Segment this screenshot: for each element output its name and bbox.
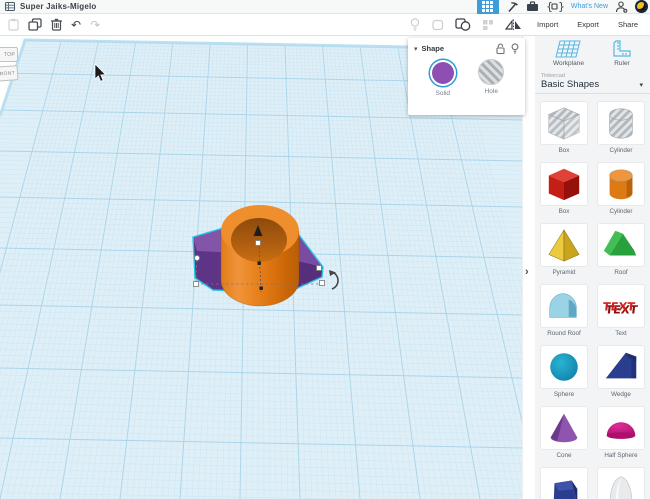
viewcube-top[interactable]: TOP bbox=[0, 47, 18, 62]
shapes-sidebar: Workplane Ruler Tinkercad Basic Shapes ▾… bbox=[535, 36, 650, 499]
blocks-view-button[interactable] bbox=[476, 0, 499, 14]
node-mid bbox=[257, 261, 261, 265]
shape-grid: Box Cylinder Box Cylinder Pyramid Roof R… bbox=[535, 94, 650, 499]
shape-label: Roof bbox=[614, 269, 628, 276]
shape-card-cylinder-hole[interactable]: Cylinder bbox=[597, 101, 645, 155]
shape-label: Cylinder bbox=[609, 147, 633, 154]
shape-label: Pyramid bbox=[552, 269, 576, 276]
share-button[interactable]: Share bbox=[614, 18, 642, 31]
shape-card-cylinder[interactable]: Cylinder bbox=[597, 162, 645, 216]
shape-thumbnail[interactable] bbox=[540, 345, 588, 389]
shape-card-half-sphere[interactable]: Half Sphere bbox=[597, 406, 645, 460]
shape-card-paraboloid[interactable] bbox=[597, 467, 645, 499]
shape-card-cone[interactable]: Cone bbox=[540, 406, 588, 460]
library-name: Basic Shapes bbox=[541, 79, 600, 90]
tube-inner-wall bbox=[231, 218, 287, 262]
mirror-icon[interactable] bbox=[505, 18, 522, 31]
lightbulb-icon[interactable] bbox=[511, 43, 519, 54]
shape-label: Text bbox=[615, 330, 627, 337]
show-all-lightbulb-icon[interactable] bbox=[410, 18, 420, 31]
delete-icon[interactable] bbox=[51, 18, 62, 31]
ruler-tool[interactable]: Ruler bbox=[612, 40, 632, 67]
shape-thumbnail[interactable] bbox=[540, 467, 588, 499]
collapse-panel-chevron[interactable]: › bbox=[525, 266, 529, 278]
shape-card-round-roof[interactable]: Round Roof bbox=[540, 284, 588, 338]
hole-swatch[interactable] bbox=[478, 59, 505, 85]
shape-thumbnail[interactable] bbox=[540, 406, 588, 450]
shape-label: Half Sphere bbox=[604, 452, 638, 459]
ungroup-icon[interactable] bbox=[482, 19, 494, 31]
duplicate-icon[interactable] bbox=[28, 18, 42, 31]
scale-handle-corner-left bbox=[193, 281, 199, 287]
shape-card-pyramid[interactable]: Pyramid bbox=[540, 223, 588, 277]
tinkercad-app: Super Jaiks-Migelo {} What's New bbox=[0, 0, 650, 499]
shape-thumbnail[interactable] bbox=[540, 284, 588, 328]
title-bar: Super Jaiks-Migelo {} What's New bbox=[0, 0, 650, 14]
shape-thumbnail[interactable] bbox=[597, 101, 645, 145]
design-title: Super Jaiks-Migelo bbox=[20, 2, 97, 11]
home-grid-icon[interactable] bbox=[5, 2, 15, 11]
shape-thumbnail[interactable] bbox=[540, 162, 588, 206]
shape-panel-caret[interactable]: ▾ bbox=[414, 45, 418, 53]
shape-label: Sphere bbox=[553, 391, 575, 398]
export-button[interactable]: Export bbox=[573, 18, 603, 31]
shape-outline-icon[interactable] bbox=[431, 19, 444, 31]
viewcube-front[interactable]: FRONT bbox=[0, 65, 19, 82]
pickaxe-icon[interactable] bbox=[506, 1, 519, 13]
import-button[interactable]: Import bbox=[533, 18, 562, 31]
shape-thumbnail[interactable] bbox=[597, 223, 645, 267]
ruler-icon bbox=[612, 40, 632, 58]
codeblocks-icon[interactable]: {} bbox=[546, 1, 564, 12]
shape-thumbnail[interactable] bbox=[540, 223, 588, 267]
solid-swatch[interactable] bbox=[431, 62, 454, 84]
shape-library-selector[interactable]: Tinkercad Basic Shapes ▾ bbox=[535, 69, 650, 94]
scale-handle-right-mid bbox=[316, 265, 322, 271]
solid-option[interactable]: Solid bbox=[429, 59, 457, 97]
shape-label: Cylinder bbox=[609, 208, 633, 215]
shape-card-text[interactable]: TEXT TEXT Text bbox=[597, 284, 645, 338]
shape-thumbnail[interactable] bbox=[540, 101, 588, 145]
shape-thumbnail[interactable] bbox=[597, 467, 645, 499]
shape-thumbnail[interactable] bbox=[597, 162, 645, 206]
undo-icon[interactable]: ↶ bbox=[71, 19, 81, 31]
edit-toolbar: ↶ ↷ Import Export Share bbox=[0, 14, 650, 36]
user-avatar[interactable] bbox=[635, 0, 648, 13]
toolbox-icon[interactable] bbox=[526, 1, 539, 12]
lock-open-icon[interactable] bbox=[496, 43, 505, 54]
shape-label: Wedge bbox=[611, 391, 631, 398]
shape-card-box-hole[interactable]: Box bbox=[540, 101, 588, 155]
shape-card-polygon[interactable] bbox=[540, 467, 588, 499]
shape-card-wedge[interactable]: Wedge bbox=[597, 345, 645, 399]
shape-label: Round Roof bbox=[547, 330, 581, 337]
shape-label: Cone bbox=[556, 452, 572, 459]
svg-text:TEXT: TEXT bbox=[602, 300, 636, 314]
library-dropdown-caret[interactable]: ▾ bbox=[639, 81, 643, 89]
group-icon[interactable] bbox=[455, 18, 471, 31]
node-bottom bbox=[259, 286, 263, 290]
shape-card-roof[interactable]: Roof bbox=[597, 223, 645, 277]
shape-label: Box bbox=[558, 208, 570, 215]
whats-new-link[interactable]: What's New bbox=[571, 3, 608, 10]
shape-card-box[interactable]: Box bbox=[540, 162, 588, 216]
shape-thumbnail[interactable] bbox=[597, 345, 645, 389]
svg-text:}: } bbox=[558, 1, 564, 12]
paste-icon[interactable] bbox=[8, 18, 19, 31]
workplane-icon bbox=[555, 40, 582, 58]
shape-inspector-panel: ▾ Shape Solid Hole bbox=[408, 38, 525, 115]
hole-option[interactable]: Hole bbox=[478, 59, 505, 97]
workplane-tool[interactable]: Workplane bbox=[553, 40, 584, 67]
shape-thumbnail[interactable]: TEXT TEXT bbox=[597, 284, 645, 328]
invite-person-icon[interactable] bbox=[615, 0, 628, 13]
shape-panel-title: Shape bbox=[421, 44, 445, 53]
shape-thumbnail[interactable] bbox=[597, 406, 645, 450]
shape-card-sphere[interactable]: Sphere bbox=[540, 345, 588, 399]
scale-handle-top bbox=[255, 240, 261, 246]
shape-label: Box bbox=[558, 147, 570, 154]
scale-handle-corner-right bbox=[319, 280, 325, 286]
redo-icon[interactable]: ↷ bbox=[90, 19, 100, 31]
scale-handle-left-mid bbox=[193, 254, 200, 261]
